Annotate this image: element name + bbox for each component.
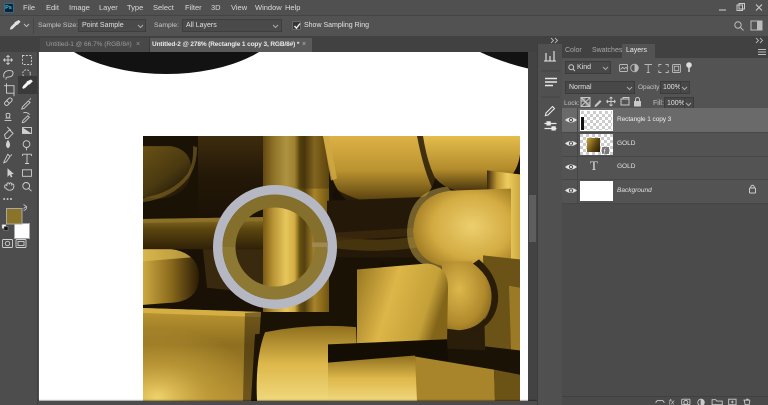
svg-text:ƒ: ƒ <box>603 149 606 155</box>
svg-text:fx: fx <box>669 398 675 405</box>
